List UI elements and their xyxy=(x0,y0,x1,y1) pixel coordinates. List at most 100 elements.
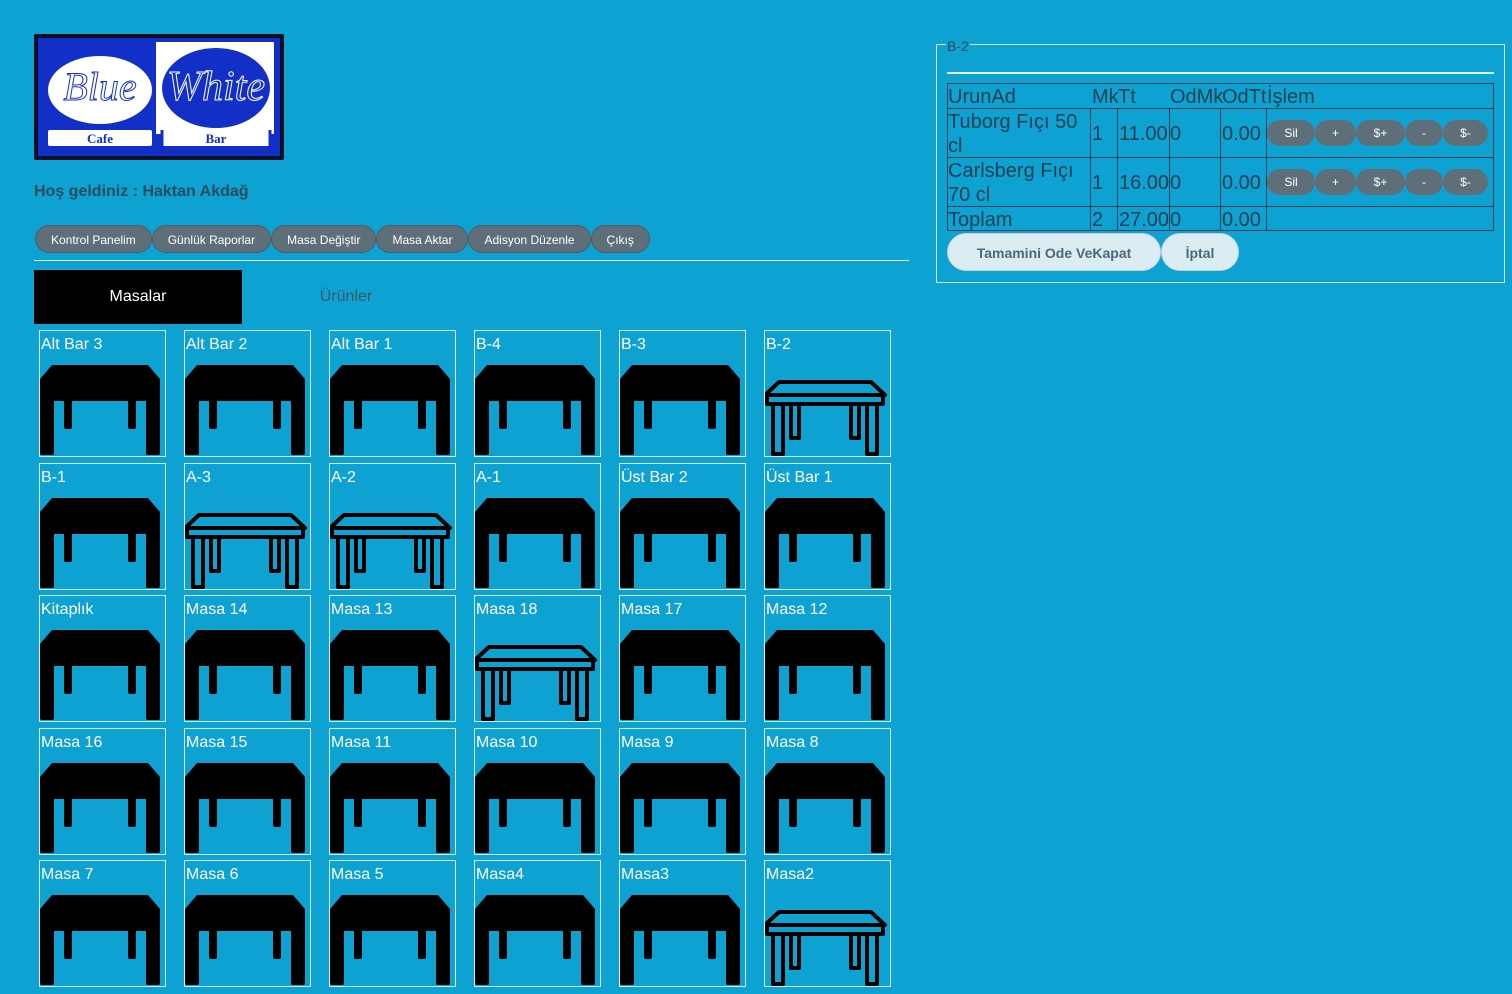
table-tile[interactable]: A-3 xyxy=(184,462,311,590)
table-name: Masa3 xyxy=(621,866,670,883)
daily-reports-button[interactable]: Günlük Raporlar xyxy=(151,225,272,253)
table-tile[interactable]: A-1 xyxy=(474,462,601,590)
table-name: Alt Bar 2 xyxy=(186,336,248,353)
table-tile[interactable]: Alt Bar 2 xyxy=(184,330,311,457)
table-tile[interactable]: B-3 xyxy=(619,330,746,457)
row-product-name-cont: 70 cl xyxy=(948,184,991,206)
table-name: B-1 xyxy=(41,468,66,486)
cancel-button[interactable]: İptal xyxy=(1161,233,1239,271)
table-name: Masa 15 xyxy=(186,733,248,751)
tab-tables[interactable]: Masalar xyxy=(34,270,242,324)
table-name: A-3 xyxy=(186,468,211,486)
table-name: Masa 7 xyxy=(41,866,94,883)
row-paid-qty: 0 xyxy=(1170,123,1182,145)
table-tile[interactable]: Kitaplık xyxy=(39,595,166,722)
table-name: Masa 14 xyxy=(186,601,248,618)
transfer-table-button[interactable]: Masa Aktar xyxy=(376,225,469,253)
table-name: Masa 11 xyxy=(331,733,392,751)
row-product-name-cont: cl xyxy=(948,135,963,157)
table-tile[interactable]: B-1 xyxy=(39,462,166,590)
table-line xyxy=(1090,108,1091,231)
table-name: Alt Bar 3 xyxy=(41,336,103,353)
row2-paid-minus-button[interactable]: $- xyxy=(1443,169,1488,195)
table-tile[interactable]: A-2 xyxy=(329,462,456,590)
table-tile[interactable]: Alt Bar 3 xyxy=(39,330,166,457)
table-name: B-3 xyxy=(621,336,646,353)
row1-paid-minus-button[interactable]: $- xyxy=(1443,120,1488,146)
row-qty: 1 xyxy=(1092,123,1104,145)
row1-minus-button[interactable]: - xyxy=(1405,120,1443,146)
table-tile[interactable]: Masa 13 xyxy=(329,595,456,722)
main-nav: Kontrol Panelim Günlük Raporlar Masa Değ… xyxy=(35,225,650,253)
table-name: Masa 6 xyxy=(186,866,239,883)
row1-delete-button[interactable]: Sil xyxy=(1267,120,1315,146)
row2-delete-button[interactable]: Sil xyxy=(1267,169,1315,195)
table-tile[interactable]: Masa 14 xyxy=(184,595,311,722)
header-total: Tt xyxy=(1118,86,1136,108)
table-line xyxy=(1266,108,1267,231)
row-product-name: Carlsberg Fıçı xyxy=(948,160,1074,182)
table-tile[interactable]: Masa 8 xyxy=(764,727,891,855)
table-name: A-1 xyxy=(476,468,501,486)
order-panel-divider xyxy=(947,72,1494,74)
table-name: A-2 xyxy=(331,468,356,486)
row-total: 11.00 xyxy=(1119,123,1168,145)
table-tile[interactable]: Masa 6 xyxy=(184,860,311,987)
tab-products[interactable]: Ürünler xyxy=(242,270,450,324)
row-paid-total: 0.00 xyxy=(1222,172,1261,194)
table-tile[interactable]: Masa 7 xyxy=(39,860,166,987)
logout-button[interactable]: Çıkış xyxy=(590,225,650,253)
table-name: Masa4 xyxy=(476,866,525,883)
table-tile[interactable]: Masa 11 xyxy=(329,727,456,855)
table-name: Masa 18 xyxy=(476,601,538,618)
table-tile[interactable]: B-2 xyxy=(764,330,891,457)
table-tile[interactable]: B-4 xyxy=(474,330,601,457)
table-tile[interactable]: Masa4 xyxy=(474,860,601,987)
pay-and-close-button[interactable]: Tamamini Ode VeKapat xyxy=(947,233,1161,271)
table-name: Masa 16 xyxy=(41,733,103,751)
edit-bill-button[interactable]: Adisyon Düzenle xyxy=(468,225,591,253)
table-name: Masa 5 xyxy=(331,866,384,883)
row-qty: 1 xyxy=(1092,172,1104,194)
table-name: Masa2 xyxy=(766,866,815,883)
table-tile[interactable]: Masa3 xyxy=(619,860,746,987)
row2-minus-button[interactable]: - xyxy=(1405,169,1443,195)
table-tile[interactable]: Masa 10 xyxy=(474,727,601,855)
table-name: Masa 17 xyxy=(621,601,683,618)
table-tile[interactable]: Masa2 xyxy=(764,860,891,987)
header-actions: İşlem xyxy=(1267,86,1315,108)
table-tile[interactable]: Masa 16 xyxy=(39,727,166,855)
table-tile[interactable]: Masa 9 xyxy=(619,727,746,855)
table-tile[interactable]: Üst Bar 1 xyxy=(764,462,891,590)
row-product-name: Tuborg Fıçı 50 xyxy=(948,111,1078,133)
table-tile[interactable]: Masa 12 xyxy=(764,595,891,722)
total-qty: 2 xyxy=(1092,209,1104,231)
row1-plus-button[interactable]: + xyxy=(1315,120,1356,146)
row2-paid-plus-button[interactable]: $+ xyxy=(1356,169,1405,195)
welcome-text: Hoş geldiniz : Haktan Akdağ xyxy=(34,183,249,200)
logo-graphic: Blue White Cafe Bar xyxy=(46,42,274,146)
table-name: Masa 9 xyxy=(621,733,674,751)
header-paid-qty: OdMk xyxy=(1170,86,1224,108)
svg-text:Bar: Bar xyxy=(206,131,227,146)
table-tile[interactable]: Masa 15 xyxy=(184,727,311,855)
svg-text:White: White xyxy=(167,64,265,110)
change-table-button[interactable]: Masa Değiştir xyxy=(271,225,377,253)
table-tile[interactable]: Masa 17 xyxy=(619,595,746,722)
svg-text:Blue: Blue xyxy=(63,64,136,109)
total-paid-amount: 0.00 xyxy=(1222,209,1261,231)
control-panel-button[interactable]: Kontrol Panelim xyxy=(35,225,152,253)
nav-divider xyxy=(34,260,909,261)
table-line xyxy=(1220,108,1221,231)
row-total: 16.00 xyxy=(1119,172,1170,194)
table-name: Alt Bar 1 xyxy=(331,336,393,353)
table-tile[interactable]: Alt Bar 1 xyxy=(329,330,456,457)
table-tile[interactable]: Masa 5 xyxy=(329,860,456,987)
row1-paid-plus-button[interactable]: $+ xyxy=(1356,120,1405,146)
total-paid-qty: 0 xyxy=(1170,209,1182,231)
total-label: Toplam xyxy=(948,209,1013,231)
table-tile[interactable]: Üst Bar 2 xyxy=(619,462,746,590)
row2-plus-button[interactable]: + xyxy=(1315,169,1356,195)
table-line xyxy=(1117,108,1118,231)
table-tile[interactable]: Masa 18 xyxy=(474,595,601,722)
